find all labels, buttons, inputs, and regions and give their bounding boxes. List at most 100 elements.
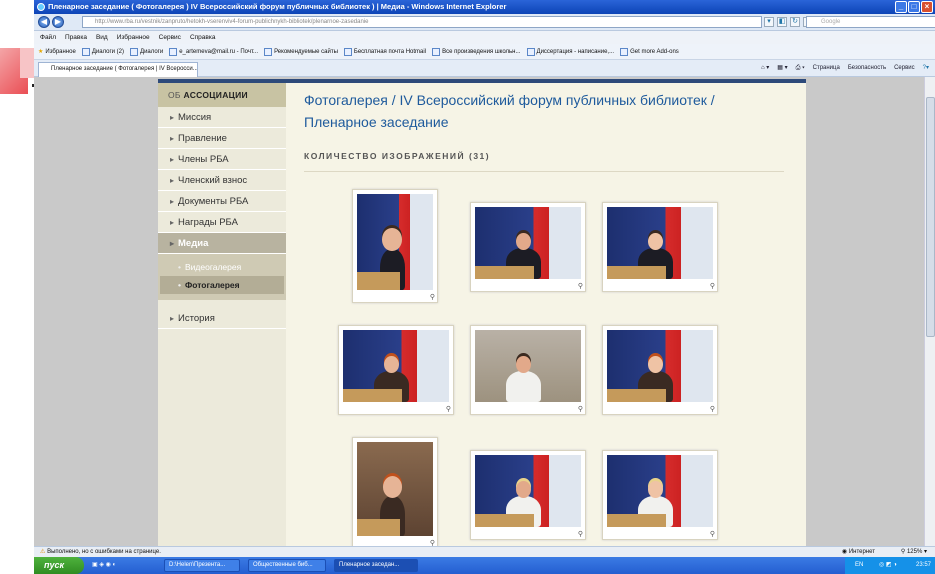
sidebar-item-board[interactable]: Правление: [158, 128, 286, 149]
gallery-thumbnail[interactable]: ⚲: [338, 325, 454, 415]
photo-face: [384, 355, 399, 373]
menu-file[interactable]: Файл: [40, 31, 56, 44]
photo-podium: [357, 518, 400, 536]
gallery-thumbnail[interactable]: ⚲: [470, 202, 586, 292]
sidebar-item-documents[interactable]: Документы РБА: [158, 191, 286, 212]
fav-link-mail[interactable]: e_artemeva@mail.ru - Почт...: [169, 44, 258, 59]
ie-icon: [526, 47, 535, 56]
zoom-icon[interactable]: ⚲: [430, 539, 435, 546]
sidebar-item-fee[interactable]: Членский взнос: [158, 170, 286, 191]
system-tray: EN ◎ ◩ ◑ 23:57: [845, 557, 935, 574]
ie-icon: [343, 47, 352, 56]
home-icon[interactable]: ⌂ ▾: [761, 63, 769, 74]
photo-face: [516, 355, 531, 373]
page-title: Фотогалерея / IV Всероссийский форум пуб…: [304, 92, 715, 130]
photo: [475, 455, 581, 527]
sidebar-item-mission[interactable]: Миссия: [158, 107, 286, 128]
fav-link-dialogs[interactable]: Диалоги: [130, 44, 163, 59]
photo-face: [648, 480, 663, 498]
vertical-scrollbar[interactable]: [924, 77, 935, 546]
fav-link-label: Диалоги (2): [91, 48, 125, 55]
gallery-thumbnail[interactable]: ⚲: [470, 450, 586, 540]
menu-view[interactable]: Вид: [96, 31, 108, 44]
start-button[interactable]: пуск: [34, 557, 84, 574]
warning-icon[interactable]: ⚠: [40, 549, 45, 555]
sidebar-item-awards[interactable]: Награды РБА: [158, 212, 286, 233]
image-count: КОЛИЧЕСТВО ИЗОБРАЖЕНИЙ (31): [304, 151, 491, 161]
print-icon[interactable]: ⎙ ▾: [796, 63, 805, 74]
maximize-button[interactable]: □: [908, 1, 920, 13]
refresh-icon[interactable]: ↻: [790, 17, 800, 27]
feeds-icon[interactable]: ▦ ▾: [777, 63, 787, 74]
divider: [304, 171, 784, 172]
gallery-thumbnail[interactable]: ⚲: [602, 450, 718, 540]
zoom-icon[interactable]: ⚲: [578, 530, 583, 538]
menu-tools[interactable]: Сервис: [159, 31, 181, 44]
zoom-icon[interactable]: ⚲: [430, 293, 435, 301]
photo-face: [382, 475, 402, 498]
sidebar-item-members[interactable]: Члены РБА: [158, 149, 286, 170]
gallery-thumbnail[interactable]: ⚲: [352, 189, 438, 303]
fav-link-label: Диалоги: [140, 48, 164, 55]
menu-edit[interactable]: Правка: [65, 31, 87, 44]
url-input[interactable]: http://www.rba.ru/vestnik/zanpruto/hetok…: [82, 16, 762, 28]
fav-link-works[interactable]: Все произведения школьн...: [432, 44, 521, 59]
forward-button[interactable]: ▶: [52, 16, 64, 28]
zoom-icon[interactable]: ⚲: [710, 530, 715, 538]
gallery-thumbnail[interactable]: ⚲: [352, 437, 438, 546]
sidebar-item-history[interactable]: История: [158, 308, 286, 329]
sidebar-subitem-video[interactable]: Видеогалерея: [160, 258, 284, 276]
dropdown-icon[interactable]: ▾: [764, 17, 774, 27]
scrollbar-thumb[interactable]: [926, 97, 935, 337]
tab-active[interactable]: Пленарное заседание ( Фотогалерея | IV В…: [38, 62, 198, 77]
gallery-thumbnail[interactable]: ⚲: [602, 202, 718, 292]
photo: [607, 207, 713, 279]
zone-indicator: ◉ Интернет: [842, 547, 875, 557]
zoom-control[interactable]: ⚲ 125% ▾: [901, 547, 927, 557]
zoom-icon[interactable]: ⚲: [710, 405, 715, 413]
fav-link-label: Все произведения школьн...: [442, 48, 521, 55]
task-ie-active[interactable]: Пленарное заседан...: [334, 559, 418, 572]
search-input[interactable]: Google: [806, 16, 935, 28]
cmd-tools[interactable]: Сервис: [894, 63, 915, 74]
cmd-security[interactable]: Безопасность: [848, 63, 886, 74]
compatibility-icon[interactable]: ◧: [777, 17, 787, 27]
minimize-button[interactable]: _: [895, 1, 907, 13]
fav-link-dissertation[interactable]: Диссертация - написание,...: [526, 44, 614, 59]
cmd-page[interactable]: Страница: [813, 63, 840, 74]
zoom-icon[interactable]: ⚲: [710, 282, 715, 290]
task-opera[interactable]: Общественные биб...: [248, 559, 326, 572]
fav-link-addons[interactable]: Get more Add-ons: [620, 44, 679, 59]
menu-favorites[interactable]: Избранное: [117, 31, 150, 44]
close-button[interactable]: ×: [921, 1, 933, 13]
gallery-thumbnail[interactable]: ⚲: [602, 325, 718, 415]
favorites-button[interactable]: ★ Избранное: [38, 44, 76, 59]
photo: [607, 330, 713, 402]
zoom-icon[interactable]: ⚲: [578, 282, 583, 290]
photo-podium: [607, 513, 667, 527]
fav-link-hotmail[interactable]: Бесплатная почта Hotmail: [343, 44, 426, 59]
quicklaunch-icons[interactable]: ▣ ◈ ◉ ◐: [92, 557, 116, 574]
zoom-icon[interactable]: ⚲: [578, 405, 583, 413]
fav-link-suggested[interactable]: Рекомендуемые сайты: [264, 44, 338, 59]
page-body: ОБ АССОЦИАЦИИ Миссия Правление Члены РБА…: [158, 79, 806, 546]
sidebar: ОБ АССОЦИАЦИИ Миссия Правление Члены РБА…: [158, 83, 286, 546]
tray-icons[interactable]: ◎ ◩ ◑: [879, 562, 897, 568]
language-indicator[interactable]: EN: [855, 562, 863, 568]
help-icon[interactable]: ?▾: [923, 63, 929, 74]
task-folder[interactable]: D:\Helen\Презента...: [164, 559, 240, 572]
gallery-thumbnail[interactable]: ⚲: [470, 325, 586, 415]
back-button[interactable]: ◀: [38, 16, 50, 28]
menu-help[interactable]: Справка: [190, 31, 216, 44]
fav-link-dialogs2[interactable]: Диалоги (2): [81, 44, 125, 59]
sidebar-item-media[interactable]: Медиа: [158, 233, 286, 254]
favorites-label: Избранное: [45, 48, 76, 55]
photo-podium: [607, 388, 667, 402]
page-icon: [264, 47, 273, 56]
sidebar-subitem-photo[interactable]: Фотогалерея: [160, 276, 284, 294]
page-viewport: ОБ АССОЦИАЦИИ Миссия Правление Члены РБА…: [34, 77, 935, 546]
zoom-icon[interactable]: ⚲: [446, 405, 451, 413]
search-placeholder: Google: [821, 19, 841, 25]
photo: [475, 330, 581, 402]
url-text: http://www.rba.ru/vestnik/zanpruto/hetok…: [95, 19, 369, 25]
